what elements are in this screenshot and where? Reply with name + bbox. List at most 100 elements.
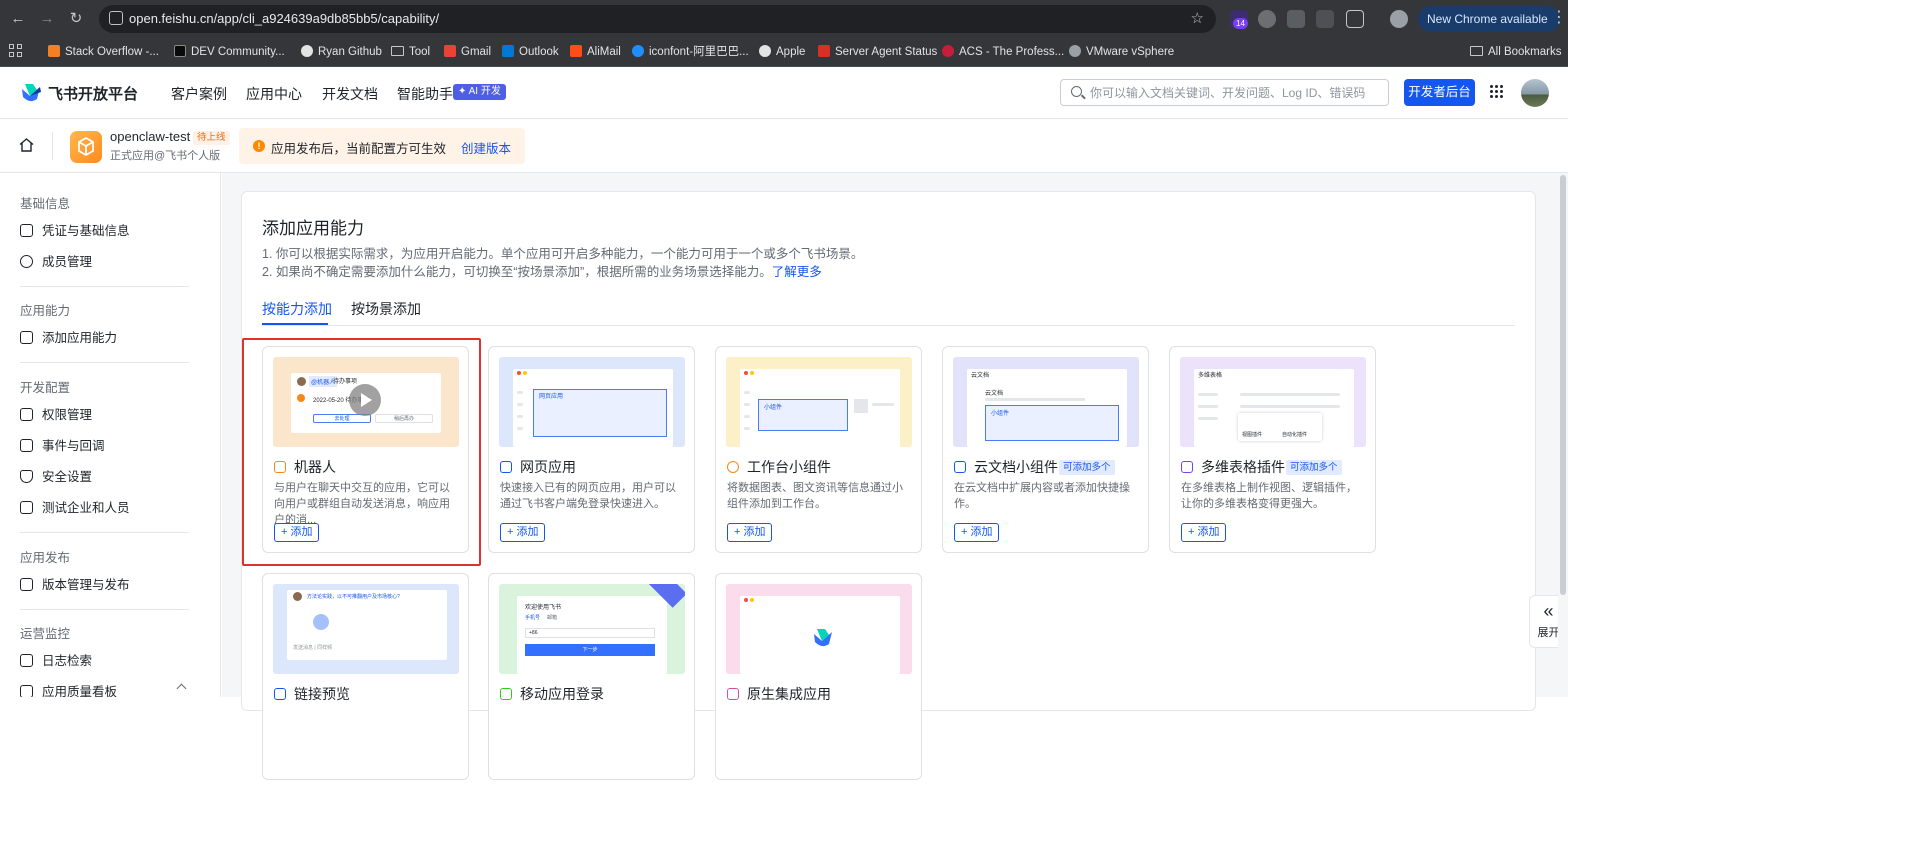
- apps-grid-icon[interactable]: [9, 44, 23, 58]
- bookmark-item[interactable]: Outlook: [502, 43, 559, 61]
- home-icon[interactable]: [19, 138, 34, 152]
- sidebar-group-capability: 应用能力: [20, 304, 71, 318]
- bookmark-item[interactable]: Stack Overflow -...: [48, 43, 159, 61]
- feishu-logo-icon: [814, 629, 832, 647]
- card-title: 原生集成应用: [747, 686, 831, 702]
- card-title: 云文档小组件: [974, 459, 1058, 475]
- search-box[interactable]: [1060, 79, 1389, 106]
- capability-card-mobile-login[interactable]: 欢迎使用飞书 手机号 邮箱 +86 下一步 移动应用登录: [488, 573, 695, 780]
- bookmark-item[interactable]: AliMail: [570, 43, 621, 61]
- sidebar-item-members[interactable]: 成员管理: [20, 250, 200, 274]
- back-icon[interactable]: ←: [7, 8, 29, 30]
- extensions-puzzle-icon[interactable]: [1346, 10, 1364, 28]
- extension-icon[interactable]: [1287, 10, 1305, 28]
- multi-add-tag: 可添加多个: [1286, 460, 1342, 475]
- capability-card-base-plugin[interactable]: 多维表格 视图插件 自动化插件 多维表格插件 可添加多个 在多维表格上制作视图、…: [1169, 346, 1376, 553]
- tab-active-indicator: [262, 323, 328, 325]
- bookmark-item[interactable]: Server Agent Status: [818, 43, 937, 61]
- multi-add-tag: 可添加多个: [1059, 460, 1115, 475]
- add-button[interactable]: + 添加: [954, 523, 1000, 542]
- add-button[interactable]: + 添加: [727, 523, 773, 542]
- sidebar-item-log-search[interactable]: 日志检索: [20, 649, 200, 673]
- add-button[interactable]: + 添加: [500, 523, 546, 542]
- extension-badge: 14: [1233, 18, 1248, 29]
- profile-avatar[interactable]: [1390, 10, 1408, 28]
- sidebar-item-events[interactable]: 事件与回调: [20, 434, 200, 458]
- tab-by-capability[interactable]: 按能力添加: [262, 299, 332, 319]
- bookmark-item[interactable]: DEV Community...: [174, 43, 285, 61]
- kebab-menu-icon[interactable]: ⋮: [1551, 9, 1567, 27]
- capability-card-native-integration[interactable]: 原生集成应用: [715, 573, 922, 780]
- bookmark-item[interactable]: Gmail: [444, 43, 491, 61]
- bookmark-item[interactable]: Apple: [759, 43, 805, 61]
- bookmark-item[interactable]: iconfont-阿里巴巴...: [632, 43, 749, 61]
- scrollbar[interactable]: [1558, 173, 1568, 697]
- site-logo-text[interactable]: 飞书开放平台: [48, 83, 138, 104]
- sidebar-group-monitoring: 运营监控: [20, 627, 71, 641]
- bookmark-item[interactable]: VMware vSphere: [1069, 43, 1174, 61]
- new-chrome-button[interactable]: New Chrome available: [1418, 6, 1560, 32]
- bookmark-item[interactable]: Ryan Github: [301, 43, 382, 61]
- mobile-login-code: +86: [525, 628, 655, 638]
- page-title: 添加应用能力: [262, 219, 364, 238]
- sidebar-item-test-tenants[interactable]: 测试企业和人员: [20, 496, 200, 520]
- site-info-icon[interactable]: [109, 11, 123, 25]
- add-button[interactable]: + 添加: [1181, 523, 1227, 542]
- forward-icon[interactable]: →: [36, 8, 58, 30]
- workplace-widget-preview-label: 小组件: [764, 405, 783, 411]
- reload-icon[interactable]: ↻: [65, 8, 87, 30]
- address-bar[interactable]: open.feishu.cn/app/cli_a924639a9db85bb5/…: [99, 5, 1216, 33]
- grid-plus-icon: [20, 331, 33, 344]
- workplace-widget-preview-image: 小组件: [726, 357, 912, 447]
- capability-card-link-preview[interactable]: 方法论实践，以不可推翻用户及市场核心? 发送消息 | 同样频 链接预览: [262, 573, 469, 780]
- docs-widget-preview-header: 云文档: [971, 373, 990, 379]
- sidebar-item-permissions[interactable]: 权限管理: [20, 403, 200, 427]
- extension-icon[interactable]: [1258, 10, 1276, 28]
- capability-card-workplace-widget[interactable]: 小组件 工作台小组件 将数据图表、图文资讯等信息通过小组件添加到工作台。 + 添…: [715, 346, 922, 553]
- ai-dev-badge[interactable]: ✦ AI 开发: [453, 84, 506, 100]
- sidebar-item-credentials[interactable]: 凭证与基础信息: [20, 219, 200, 243]
- outlook-icon: [502, 45, 514, 57]
- star-icon[interactable]: ☆: [1191, 9, 1204, 27]
- base-plugin-preview-btn1: 视图插件: [1242, 432, 1263, 438]
- base-plugin-preview-header: 多维表格: [1198, 373, 1223, 379]
- base-table-icon: [1181, 461, 1193, 473]
- create-version-link[interactable]: 创建版本: [461, 138, 511, 157]
- nav-smart-assistant[interactable]: 智能助手: [397, 84, 453, 104]
- search-input[interactable]: [1090, 83, 1380, 102]
- sidebar-group-release: 应用发布: [20, 551, 71, 565]
- browser-toolbar: ← → ↻ open.feishu.cn/app/cli_a924639a9db…: [0, 0, 1568, 38]
- tab-by-scenario[interactable]: 按场景添加: [351, 299, 421, 319]
- divider: [20, 286, 189, 287]
- app-launcher-icon[interactable]: [1490, 85, 1504, 99]
- sidebar-item-security[interactable]: 安全设置: [20, 465, 200, 489]
- mobile-login-next: 下一步: [525, 644, 655, 656]
- link-preview-image: 方法论实践，以不可推翻用户及市场核心? 发送消息 | 同样频: [273, 584, 459, 674]
- sidebar-item-add-capability[interactable]: 添加应用能力: [20, 326, 200, 350]
- learn-more-link[interactable]: 了解更多: [772, 265, 822, 279]
- feishu-logo-icon[interactable]: [20, 83, 42, 103]
- capability-card-web-app[interactable]: 网页应用 网页应用 快速接入已有的网页应用，用户可以通过飞书客户端免登录快速进入…: [488, 346, 695, 553]
- user-avatar[interactable]: [1521, 79, 1549, 107]
- nav-customer-cases[interactable]: 客户案例: [171, 84, 227, 104]
- capability-card-docs-widget[interactable]: 云文档 云文档 小组件 云文档小组件 可添加多个 在云文档中扩展内容或者添加快捷…: [942, 346, 1149, 553]
- sidebar-item-versions[interactable]: 版本管理与发布: [20, 573, 200, 597]
- all-bookmarks[interactable]: All Bookmarks: [1470, 43, 1562, 61]
- developer-console-button[interactable]: 开发者后台: [1404, 79, 1475, 106]
- url-text[interactable]: open.feishu.cn/app/cli_a924639a9db85bb5/…: [129, 11, 439, 26]
- mobile-icon: [500, 688, 512, 700]
- extension-icon[interactable]: [1316, 10, 1334, 28]
- credential-icon: [20, 224, 33, 237]
- bookmark-item[interactable]: ACS - The Profess...: [942, 43, 1064, 61]
- description-line-2: 2. 如果尚不确定需要添加什么能力，可切换至“按场景添加”，根据所需的业务场景选…: [262, 265, 822, 279]
- scrollbar-thumb[interactable]: [1560, 175, 1566, 595]
- sidebar-item-quality-dashboard[interactable]: 应用质量看板: [20, 680, 200, 697]
- gmail-icon: [444, 45, 456, 57]
- card-description: 在多维表格上制作视图、逻辑插件，让你的多维表格变得更强大。: [1181, 482, 1357, 510]
- nav-dev-docs[interactable]: 开发文档: [322, 84, 378, 104]
- lock-icon: [20, 408, 33, 421]
- bookmark-folder[interactable]: Tool: [391, 43, 430, 61]
- nav-app-center[interactable]: 应用中心: [246, 84, 302, 104]
- base-plugin-preview-image: 多维表格 视图插件 自动化插件: [1180, 357, 1366, 447]
- code-icon: [20, 501, 33, 514]
